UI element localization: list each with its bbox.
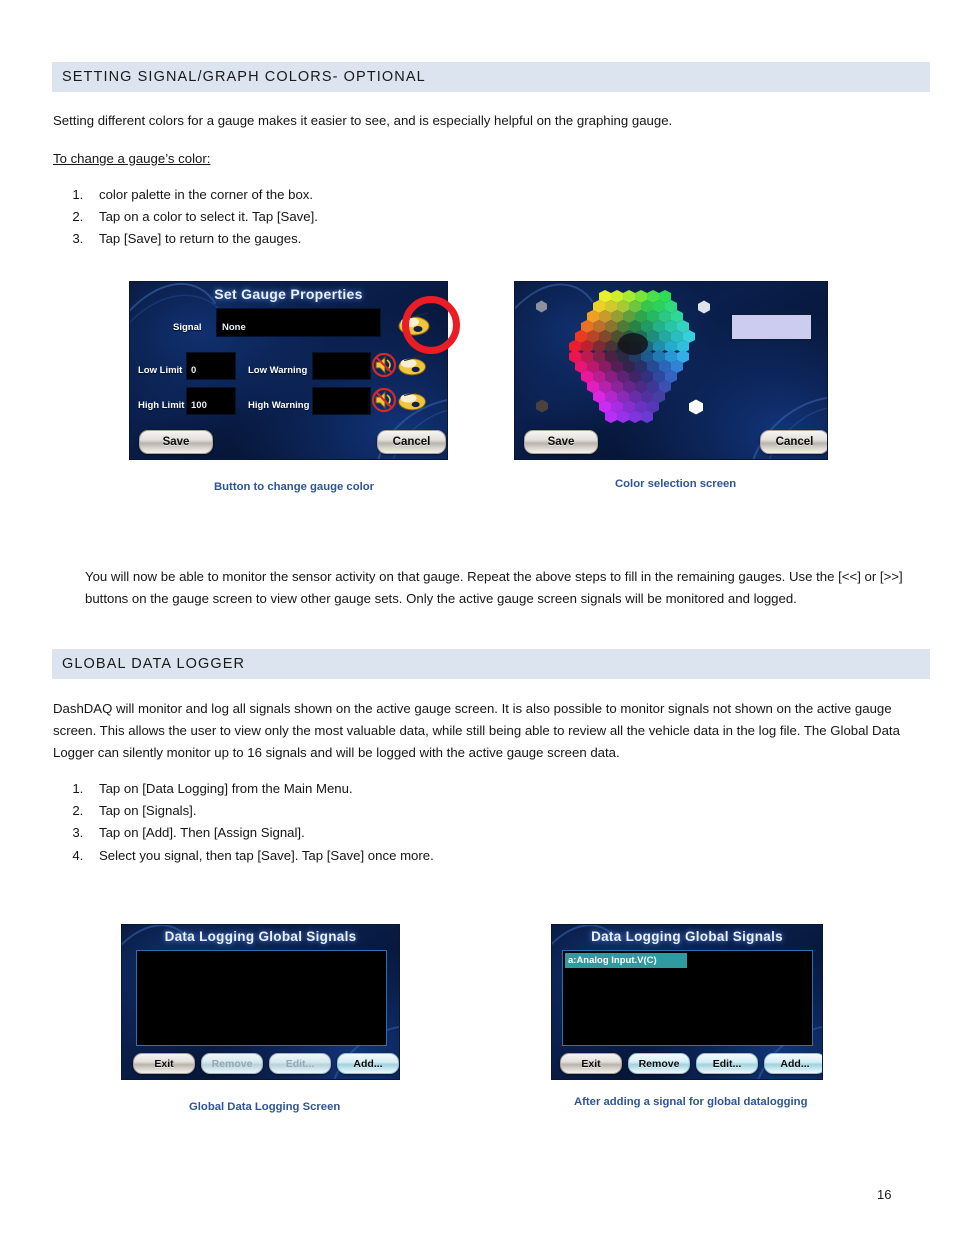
steps-global-logger: Tap on [Data Logging] from the Main Menu… [53, 778, 707, 867]
intro-paragraph-colors: Setting different colors for a gauge mak… [53, 113, 673, 128]
figure4-caption: After adding a signal for global datalog… [574, 1096, 808, 1108]
subheading-change-gauge-color: To change a gauge’s color: [53, 151, 211, 166]
low-limit-value: 0 [191, 365, 197, 376]
list-item: Tap [Save] to return to the gauges. [87, 228, 687, 250]
cancel-button[interactable]: Cancel [377, 430, 446, 454]
document-page: SETTING SIGNAL/GRAPH COLORS- OPTIONAL Se… [0, 0, 954, 1235]
steps-change-color: color palette in the corner of the box. … [53, 184, 687, 251]
save-button[interactable]: Save [139, 430, 213, 454]
exit-button[interactable]: Exit [133, 1053, 195, 1074]
global-signals-list[interactable] [136, 950, 387, 1046]
figure4-screen-title: Data Logging Global Signals [591, 929, 783, 944]
edit-button: Edit... [269, 1053, 331, 1074]
signal-label: Signal [173, 322, 202, 333]
list-item: Tap on [Signals]. [87, 800, 707, 822]
page-number: 16 [877, 1187, 892, 1202]
monitoring-paragraph: You will now be able to monitor the sens… [85, 569, 903, 606]
list-item-selected-signal[interactable]: a:Analog Input.V(C) [565, 953, 687, 968]
cancel-button[interactable]: Cancel [760, 430, 827, 454]
white-hex-handle[interactable] [697, 300, 711, 314]
list-item: Tap on [Add]. Then [Assign Signal]. [87, 822, 707, 844]
low-warning-label: Low Warning [248, 365, 308, 376]
exit-button[interactable]: Exit [560, 1053, 622, 1074]
remove-button: Remove [201, 1053, 263, 1074]
color-palette-icon[interactable] [397, 388, 429, 412]
low-warning-input[interactable] [312, 352, 371, 380]
mute-speaker-icon[interactable] [370, 387, 398, 413]
section-heading-global-data-logger: GLOBAL DATA LOGGER [52, 649, 930, 679]
signal-value: None [222, 322, 246, 333]
remove-button[interactable]: Remove [628, 1053, 690, 1074]
section-heading-text: SETTING SIGNAL/GRAPH COLORS- OPTIONAL [62, 69, 426, 85]
global-logger-paragraph: DashDAQ will monitor and log all signals… [53, 701, 900, 760]
figure2-caption: Color selection screen [615, 478, 737, 490]
high-limit-label: High Limit [138, 400, 185, 411]
section-heading-text: GLOBAL DATA LOGGER [62, 656, 246, 672]
save-button[interactable]: Save [524, 430, 598, 454]
hex-color-wheel[interactable] [559, 288, 707, 434]
high-warning-input[interactable] [312, 387, 371, 415]
low-limit-label: Low Limit [138, 365, 183, 376]
global-signals-list[interactable]: a:Analog Input.V(C) [562, 950, 813, 1046]
list-item: Tap on [Data Logging] from the Main Menu… [87, 778, 707, 800]
figure3-caption: Global Data Logging Screen [189, 1101, 341, 1113]
section-heading-setting-colors: SETTING SIGNAL/GRAPH COLORS- OPTIONAL [52, 62, 930, 92]
add-button[interactable]: Add... [764, 1053, 822, 1074]
annotation-highlight-circle [402, 296, 460, 354]
dark-hex-handle[interactable] [535, 399, 549, 413]
figure3-screen-title: Data Logging Global Signals [164, 929, 357, 944]
figure-global-logging-with-signal: Data Logging Global Signals a:Analog Inp… [551, 924, 823, 1080]
grayscale-hex-handle[interactable] [535, 300, 548, 313]
selected-color-preview [730, 313, 813, 341]
figure-set-gauge-properties: Set Gauge Properties Signal None Low Lim… [129, 281, 448, 460]
high-limit-value: 100 [191, 400, 207, 411]
list-item: Tap on a color to select it. Tap [Save]. [87, 206, 687, 228]
list-item: Select you signal, then tap [Save]. Tap … [87, 845, 707, 867]
figure1-screen-title: Set Gauge Properties [214, 286, 363, 302]
figure-color-selection: Save Cancel [514, 281, 828, 460]
color-palette-icon[interactable] [397, 353, 429, 377]
high-warning-label: High Warning [248, 400, 310, 411]
edit-button[interactable]: Edit... [696, 1053, 758, 1074]
figure-global-logging-empty: Data Logging Global Signals Exit Remove … [121, 924, 400, 1080]
selected-color-hex-handle[interactable] [688, 399, 704, 415]
list-item: color palette in the corner of the box. [87, 184, 687, 206]
figure1-caption: Button to change gauge color [214, 481, 375, 493]
add-button[interactable]: Add... [337, 1053, 399, 1074]
mute-speaker-icon[interactable] [370, 352, 398, 378]
